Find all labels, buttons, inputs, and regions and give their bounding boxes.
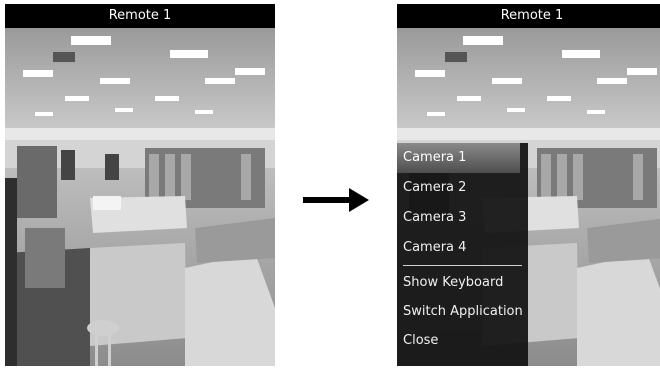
window-title: Remote 1 bbox=[5, 4, 275, 28]
menu-item-switch-application[interactable]: Switch Application bbox=[397, 297, 528, 326]
window-title: Remote 1 bbox=[397, 4, 660, 28]
menu-item-camera-4[interactable]: Camera 4 bbox=[397, 233, 528, 263]
menu-item-show-keyboard[interactable]: Show Keyboard bbox=[397, 268, 528, 297]
camera-context-menu: Camera 1 Camera 2 Camera 3 Camera 4 Show… bbox=[397, 143, 528, 366]
menu-item-close[interactable]: Close bbox=[397, 326, 528, 355]
camera-feed-image bbox=[5, 28, 275, 366]
menu-item-camera-1[interactable]: Camera 1 bbox=[397, 143, 520, 173]
screen-before: Remote 1 bbox=[5, 4, 275, 366]
screen-after: Remote 1 Camera 1 Camera 2 Camera 3 Came… bbox=[397, 4, 660, 366]
menu-item-camera-3[interactable]: Camera 3 bbox=[397, 203, 528, 233]
arrow-right-icon bbox=[303, 188, 369, 212]
menu-divider bbox=[403, 265, 522, 266]
menu-item-camera-2[interactable]: Camera 2 bbox=[397, 173, 528, 203]
